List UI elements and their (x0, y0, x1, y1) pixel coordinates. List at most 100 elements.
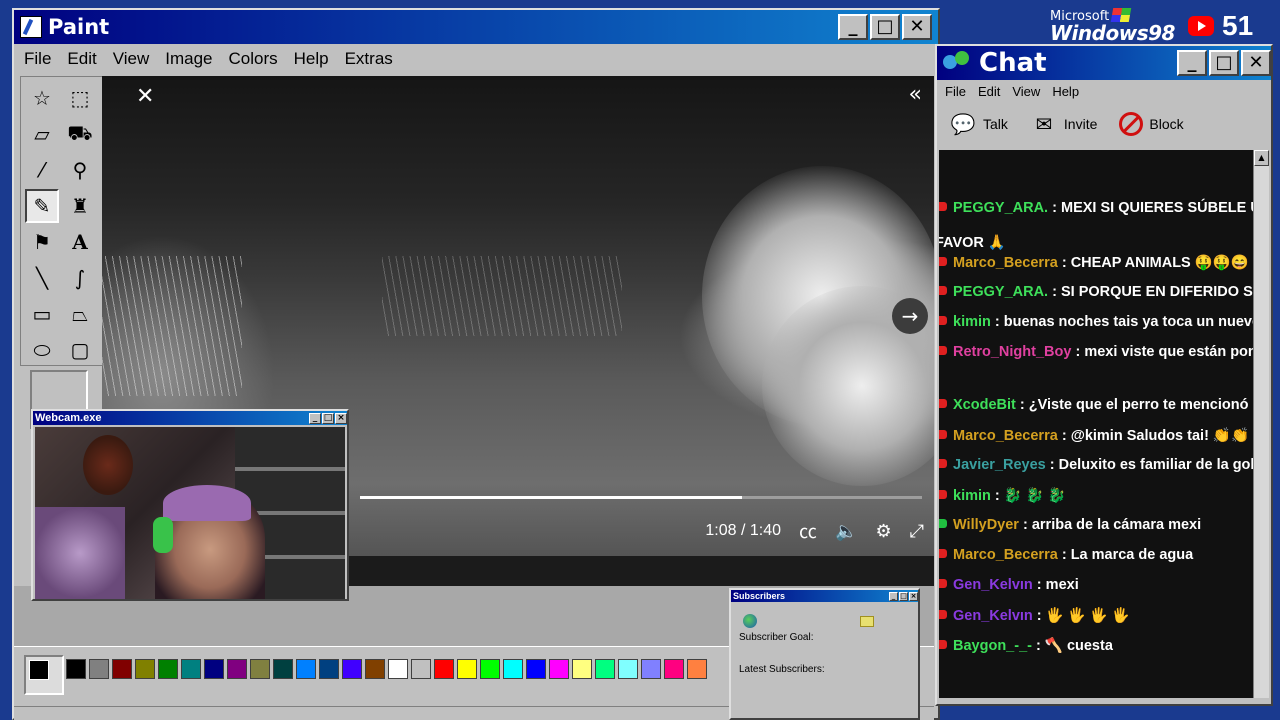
brush-icon[interactable]: ♜ (63, 189, 97, 223)
video-collapse-icon[interactable]: « (909, 82, 922, 107)
palette-swatch[interactable] (112, 659, 132, 679)
palette-swatch[interactable] (158, 659, 178, 679)
chat-menu-help[interactable]: Help (1052, 84, 1079, 99)
fullscreen-icon[interactable]: ⤢ (910, 521, 924, 542)
palette-swatch[interactable] (687, 659, 707, 679)
chat-username[interactable]: Retro_Night_Boy (953, 344, 1071, 360)
fill-icon[interactable]: ⛟ (63, 117, 97, 151)
subs-maximize-button[interactable]: □ (899, 591, 908, 601)
chat-message: PEGGY_ARA. : MEXI SI QUIERES SÚBELE UN (939, 200, 1255, 216)
magnifier-icon[interactable]: ⚲ (63, 153, 97, 187)
menu-colors[interactable]: Colors (229, 49, 278, 69)
talk-button[interactable]: 💬 Talk (949, 111, 1008, 137)
chat-minimize-button[interactable]: _ (1177, 50, 1207, 76)
palette-swatch[interactable] (411, 659, 431, 679)
current-colors[interactable] (24, 655, 64, 695)
airbrush-icon[interactable]: ⚑ (25, 225, 59, 259)
chat-username[interactable]: Marco_Becerra (953, 255, 1058, 271)
subs-close-button[interactable]: × (909, 591, 918, 601)
chat-menu-file[interactable]: File (945, 84, 966, 99)
webcam-titlebar[interactable]: Webcam.exe _ □ × (33, 411, 347, 425)
chat-username[interactable]: kimin (953, 488, 991, 504)
palette-swatch[interactable] (365, 659, 385, 679)
menu-edit[interactable]: Edit (67, 49, 96, 69)
text-icon[interactable]: A (63, 225, 97, 259)
rounded-rect-icon[interactable]: ▢ (63, 333, 97, 367)
palette-swatch[interactable] (204, 659, 224, 679)
palette-swatch[interactable] (480, 659, 500, 679)
subs-minimize-button[interactable]: _ (889, 591, 898, 601)
palette-swatch[interactable] (227, 659, 247, 679)
palette-swatch[interactable] (664, 659, 684, 679)
chat-username[interactable]: WillyDyer (953, 517, 1019, 533)
curve-icon[interactable]: ∫ (63, 261, 97, 295)
palette-swatch[interactable] (135, 659, 155, 679)
video-progress-bar[interactable] (360, 496, 922, 499)
menu-view[interactable]: View (113, 49, 150, 69)
block-button[interactable]: Block (1119, 112, 1184, 136)
webcam-close-button[interactable]: × (335, 412, 347, 424)
line-icon[interactable]: ╲ (25, 261, 59, 295)
palette-swatch[interactable] (434, 659, 454, 679)
chat-username[interactable]: Baygon_-_- (953, 638, 1032, 654)
palette-swatch[interactable] (457, 659, 477, 679)
chat-username[interactable]: Marco_Becerra (953, 428, 1058, 444)
chat-menu-edit[interactable]: Edit (978, 84, 1000, 99)
menu-help[interactable]: Help (294, 49, 329, 69)
palette-swatch[interactable] (319, 659, 339, 679)
chat-username[interactable]: Marco_Becerra (953, 547, 1058, 563)
menu-file[interactable]: File (24, 49, 51, 69)
palette-swatch[interactable] (503, 659, 523, 679)
palette-swatch[interactable] (641, 659, 661, 679)
palette-swatch[interactable] (526, 659, 546, 679)
color-picker-icon[interactable]: ⁄ (25, 153, 59, 187)
palette-swatch[interactable] (572, 659, 592, 679)
free-select-icon[interactable]: ☆ (25, 81, 59, 115)
invite-button[interactable]: ✉ Invite (1030, 111, 1098, 137)
rect-select-icon[interactable]: ⬚ (63, 81, 97, 115)
subscribers-titlebar[interactable]: Subscribers _ □ × (731, 590, 918, 602)
settings-icon[interactable]: ⚙ (875, 521, 891, 542)
menu-image[interactable]: Image (165, 49, 212, 69)
palette-swatch[interactable] (89, 659, 109, 679)
pencil-icon[interactable]: ✎ (25, 189, 59, 223)
menu-extras[interactable]: Extras (345, 49, 393, 69)
chat-menu-view[interactable]: View (1012, 84, 1040, 99)
palette-swatch[interactable] (618, 659, 638, 679)
polygon-icon[interactable]: ⏢ (63, 297, 97, 331)
chat-username[interactable]: Javier_Reyes (953, 457, 1046, 473)
chat-username[interactable]: kimin (953, 314, 991, 330)
scroll-up-icon[interactable]: ▲ (1254, 150, 1269, 166)
chat-maximize-button[interactable]: □ (1209, 50, 1239, 76)
close-button[interactable]: ✕ (902, 14, 932, 40)
webcam-maximize-button[interactable]: □ (322, 412, 334, 424)
maximize-button[interactable]: □ (870, 14, 900, 40)
palette-swatch[interactable] (342, 659, 362, 679)
rectangle-icon[interactable]: ▭ (25, 297, 59, 331)
eraser-icon[interactable]: ▱ (25, 117, 59, 151)
palette-swatch[interactable] (388, 659, 408, 679)
palette-swatch[interactable] (595, 659, 615, 679)
chat-username[interactable]: PEGGY_ARA. (953, 284, 1048, 300)
captions-icon[interactable]: ㏄ (799, 518, 817, 544)
palette-swatch[interactable] (549, 659, 569, 679)
chat-username[interactable]: PEGGY_ARA. (953, 200, 1048, 216)
webcam-minimize-button[interactable]: _ (309, 412, 321, 424)
chat-titlebar[interactable]: Chat _ □ ✕ (937, 46, 1271, 80)
chat-close-button[interactable]: ✕ (1241, 50, 1271, 76)
palette-swatch[interactable] (181, 659, 201, 679)
palette-swatch[interactable] (296, 659, 316, 679)
paint-titlebar[interactable]: Paint _ □ ✕ (14, 10, 938, 44)
minimize-button[interactable]: _ (838, 14, 868, 40)
ellipse-icon[interactable]: ⬭ (25, 333, 59, 367)
palette-swatch[interactable] (273, 659, 293, 679)
chat-username[interactable]: Gen_Kelvın (953, 577, 1033, 593)
palette-swatch[interactable] (66, 659, 86, 679)
chat-scrollbar[interactable]: ▲ (1253, 150, 1269, 698)
volume-icon[interactable]: 🔈 (835, 521, 857, 542)
video-close-icon[interactable]: ✕ (136, 84, 154, 109)
next-arrow-icon[interactable]: → (892, 298, 928, 334)
chat-username[interactable]: XcodeBit (953, 397, 1016, 413)
chat-username[interactable]: Gen_Kelvın (953, 608, 1033, 624)
palette-swatch[interactable] (250, 659, 270, 679)
